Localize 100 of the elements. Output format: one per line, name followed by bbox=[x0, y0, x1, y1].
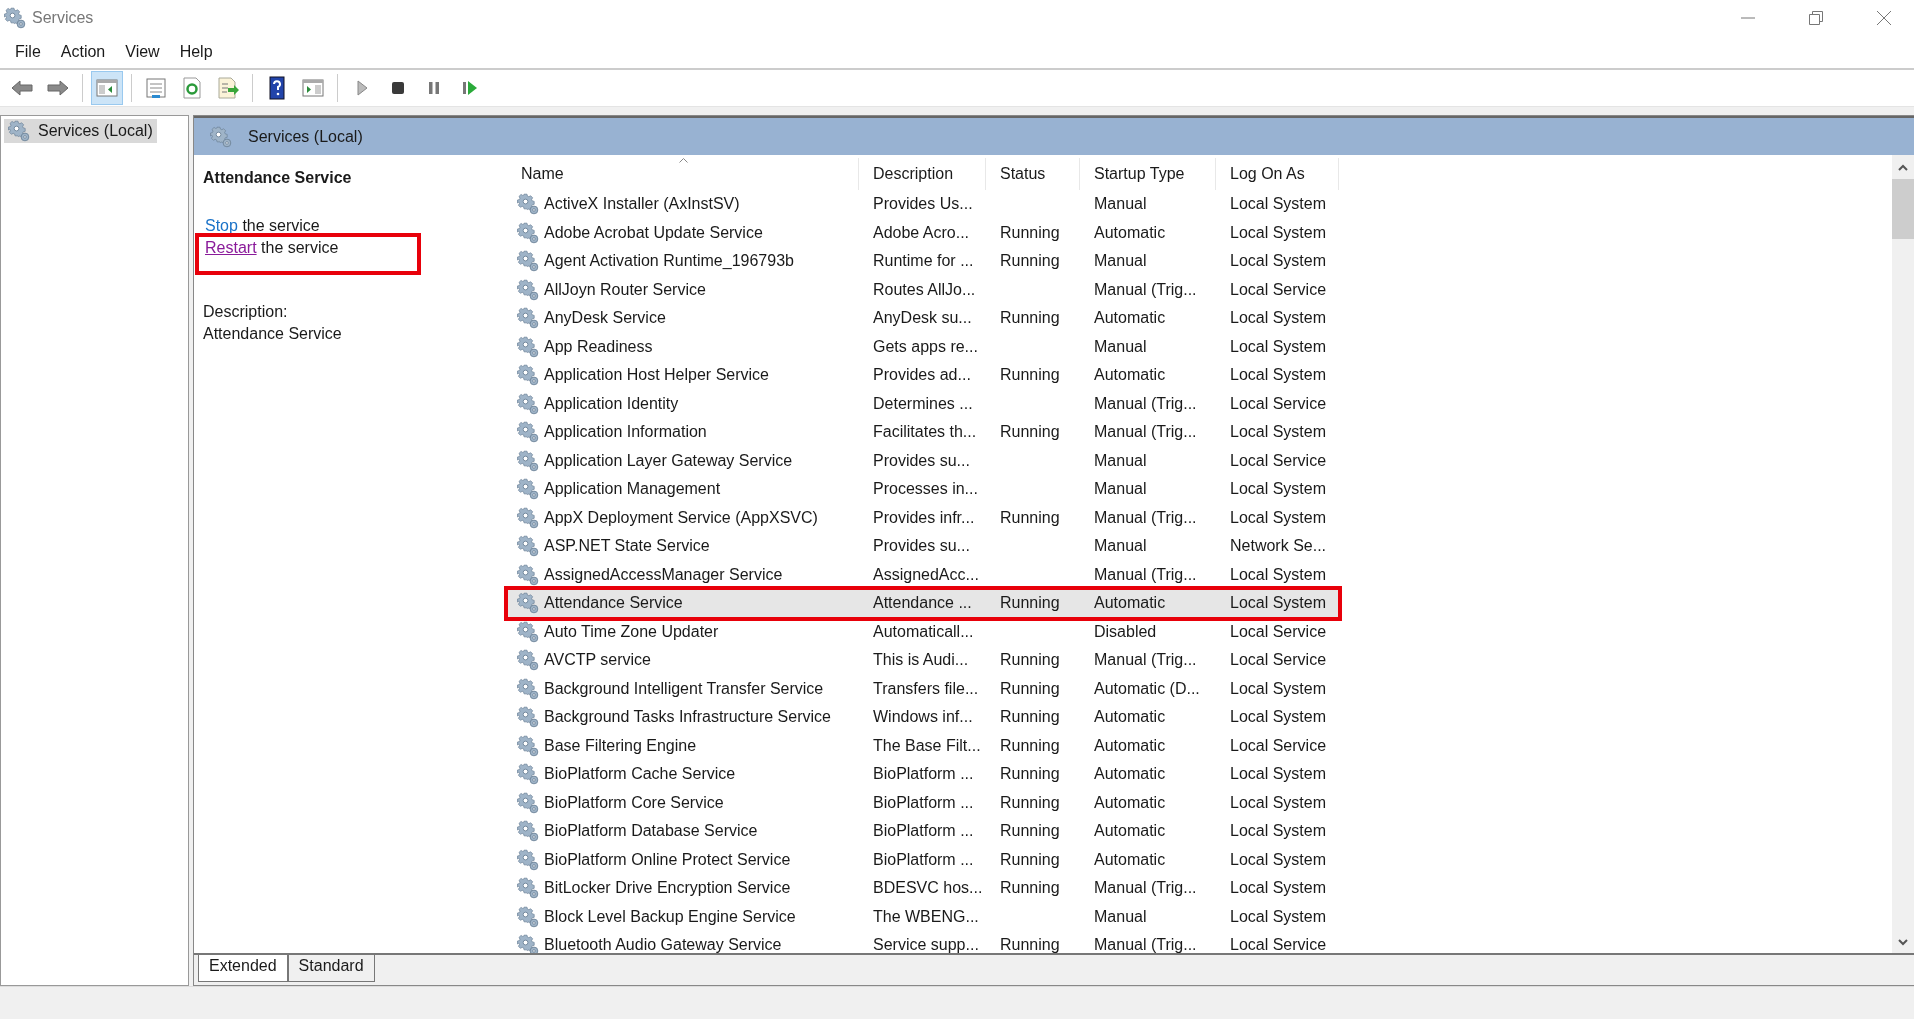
table-cell: Manual bbox=[1094, 907, 1147, 926]
tree-item[interactable]: Services (Local) bbox=[4, 119, 157, 143]
table-cell: Manual bbox=[1094, 537, 1147, 556]
menu-item[interactable]: Action bbox=[51, 42, 115, 61]
table-cell: Manual (Trig... bbox=[1094, 879, 1197, 898]
table-cell: Facilitates th... bbox=[873, 423, 977, 442]
table-row[interactable]: Application Host Helper Service Provides ad... Running Automatic Local System bbox=[507, 361, 1339, 390]
column-header[interactable]: Name bbox=[507, 158, 859, 190]
table-cell: Local Service bbox=[1230, 651, 1327, 670]
table-row[interactable]: Adobe Acrobat Update Service Adobe Acro... Running Automatic Local System bbox=[507, 218, 1339, 247]
gear-icon bbox=[517, 307, 539, 330]
table-cell: Running bbox=[1000, 508, 1060, 527]
table-row[interactable]: BioPlatform Online Protect Service BioPlatform ... Running Automatic Local System bbox=[507, 845, 1339, 874]
table-row[interactable]: Bluetooth Audio Gateway Service Service supp... Running Manual (Trig... Local Service bbox=[507, 931, 1339, 953]
table-cell: Local Service bbox=[1230, 736, 1327, 755]
table-cell: Local Service bbox=[1230, 622, 1327, 641]
table-cell: Running bbox=[1000, 679, 1060, 698]
document-icon bbox=[144, 76, 168, 100]
gear-icon bbox=[517, 278, 539, 301]
tree-button[interactable] bbox=[91, 71, 123, 105]
table-cell: Manual (Trig... bbox=[1094, 280, 1197, 299]
column-header[interactable]: Startup Type bbox=[1080, 158, 1216, 190]
gear-icon bbox=[517, 221, 539, 244]
close-icon[interactable] bbox=[1876, 9, 1892, 26]
table-row[interactable]: ASP.NET State Service Provides su... Manual Network Se... bbox=[507, 532, 1339, 561]
column-header[interactable]: Status bbox=[986, 158, 1080, 190]
table-row[interactable]: BioPlatform Core Service BioPlatform ... Running Automatic Local System bbox=[507, 788, 1339, 817]
table-row[interactable]: Background Tasks Infrastructure Service Windows inf... Running Automatic Local System bbox=[507, 703, 1339, 732]
table-cell: Running bbox=[1000, 765, 1060, 784]
table-cell: Running bbox=[1000, 793, 1060, 812]
table-cell: AVCTP service bbox=[544, 651, 651, 670]
gear-icon bbox=[517, 506, 539, 529]
table-cell: Disabled bbox=[1094, 622, 1157, 641]
table-cell: Running bbox=[1000, 708, 1060, 727]
gear-icon bbox=[517, 364, 539, 387]
table-row[interactable]: AllJoyn Router Service Routes AllJo... Manual (Trig... Local Service bbox=[507, 275, 1339, 304]
gear-icon bbox=[517, 392, 539, 415]
gear-icon bbox=[517, 592, 539, 615]
sort-caret-icon bbox=[678, 158, 688, 163]
gear-icon bbox=[517, 820, 539, 843]
menu-item[interactable]: File bbox=[6, 42, 50, 61]
description-text: Attendance Service bbox=[203, 324, 343, 344]
gear-icon bbox=[8, 120, 30, 142]
table-cell: Provides su... bbox=[873, 537, 970, 556]
table-row[interactable]: Background Intelligent Transfer Service Transfers file... Running Automatic (D... Local System bbox=[507, 674, 1339, 703]
table-row[interactable]: Agent Activation Runtime_196793b Runtime for ... Running Manual Local System bbox=[507, 247, 1339, 276]
table-cell: Attendance ... bbox=[873, 594, 972, 613]
gear-icon bbox=[517, 335, 539, 358]
menu-item[interactable]: Help bbox=[170, 42, 222, 61]
table-cell: Manual bbox=[1094, 195, 1147, 214]
table-row[interactable]: Application Management Processes in... Manual Local System bbox=[507, 475, 1339, 504]
table-row[interactable]: Application Layer Gateway Service Provides su... Manual Local Service bbox=[507, 446, 1339, 475]
table-row[interactable]: ActiveX Installer (AxInstSV) Provides Us... Manual Local System bbox=[507, 190, 1339, 219]
table-cell: Application Information bbox=[544, 423, 707, 442]
restore-icon[interactable] bbox=[1808, 9, 1824, 26]
gear-icon bbox=[517, 649, 539, 672]
action-link[interactable]: Restart bbox=[205, 239, 257, 256]
menu-item[interactable]: View bbox=[116, 42, 169, 61]
table-cell: Running bbox=[1000, 736, 1060, 755]
table-cell: Running bbox=[1000, 366, 1060, 385]
table-row[interactable]: Block Level Backup Engine Service The WBENG... Manual Local System bbox=[507, 902, 1339, 931]
action-link[interactable]: Stop bbox=[205, 217, 238, 234]
gear-icon bbox=[517, 677, 539, 700]
table-row[interactable]: Attendance Service Attendance ... Running Automatic Local System bbox=[507, 589, 1339, 618]
gear-icon bbox=[517, 620, 539, 643]
column-header[interactable]: Log On As bbox=[1216, 158, 1339, 190]
export-icon bbox=[216, 76, 240, 100]
column-header[interactable]: Description bbox=[859, 158, 986, 190]
table-cell: Automaticall... bbox=[873, 622, 974, 641]
table-row[interactable]: Application Identity Determines ... Manual (Trig... Local Service bbox=[507, 389, 1339, 418]
table-cell: Automatic bbox=[1094, 736, 1166, 755]
table-cell: Local Service bbox=[1230, 936, 1327, 953]
table-cell: Manual (Trig... bbox=[1094, 394, 1197, 413]
table-row[interactable]: App Readiness Gets apps re... Manual Local System bbox=[507, 332, 1339, 361]
table-row[interactable]: Auto Time Zone Updater Automaticall... Disabled Local Service bbox=[507, 617, 1339, 646]
table-row[interactable]: Base Filtering Engine The Base Filt... Running Automatic Local Service bbox=[507, 731, 1339, 760]
table-cell: Local System bbox=[1230, 366, 1327, 385]
table-cell: Manual (Trig... bbox=[1094, 936, 1197, 953]
table-row[interactable]: AssignedAccessManager Service AssignedAcc... Manual (Trig... Local System bbox=[507, 560, 1339, 589]
table-row[interactable]: BitLocker Drive Encryption Service BDESVC hos... Running Manual (Trig... Local System bbox=[507, 874, 1339, 903]
table-cell: Application Identity bbox=[544, 394, 679, 413]
table-cell: Block Level Backup Engine Service bbox=[544, 907, 796, 926]
table-cell: Routes AllJo... bbox=[873, 280, 976, 299]
table-row[interactable]: AppX Deployment Service (AppXSVC) Provides infr... Running Manual (Trig... Local System bbox=[507, 503, 1339, 532]
table-row[interactable]: Application Information Facilitates th... Running Manual (Trig... Local System bbox=[507, 418, 1339, 447]
scroll-thumb[interactable] bbox=[1892, 179, 1914, 239]
table-row[interactable]: BioPlatform Database Service BioPlatform ... Running Automatic Local System bbox=[507, 817, 1339, 846]
table-cell: Running bbox=[1000, 223, 1060, 242]
table-cell: ASP.NET State Service bbox=[544, 537, 710, 556]
view-tab[interactable]: Standard bbox=[287, 955, 375, 982]
view-tab[interactable]: Extended bbox=[198, 955, 288, 982]
scrollbar[interactable] bbox=[1892, 155, 1914, 953]
table-cell: Automatic bbox=[1094, 822, 1166, 841]
table-cell: Adobe Acrobat Update Service bbox=[544, 223, 763, 242]
table-cell: Processes in... bbox=[873, 480, 978, 499]
table-cell: Manual bbox=[1094, 451, 1147, 470]
table-row[interactable]: AnyDesk Service AnyDesk su... Running Automatic Local System bbox=[507, 304, 1339, 333]
table-row[interactable]: BioPlatform Cache Service BioPlatform ... Running Automatic Local System bbox=[507, 760, 1339, 789]
table-cell: Agent Activation Runtime_196793b bbox=[544, 252, 794, 271]
table-row[interactable]: AVCTP service This is Audi... Running Manual (Trig... Local Service bbox=[507, 646, 1339, 675]
